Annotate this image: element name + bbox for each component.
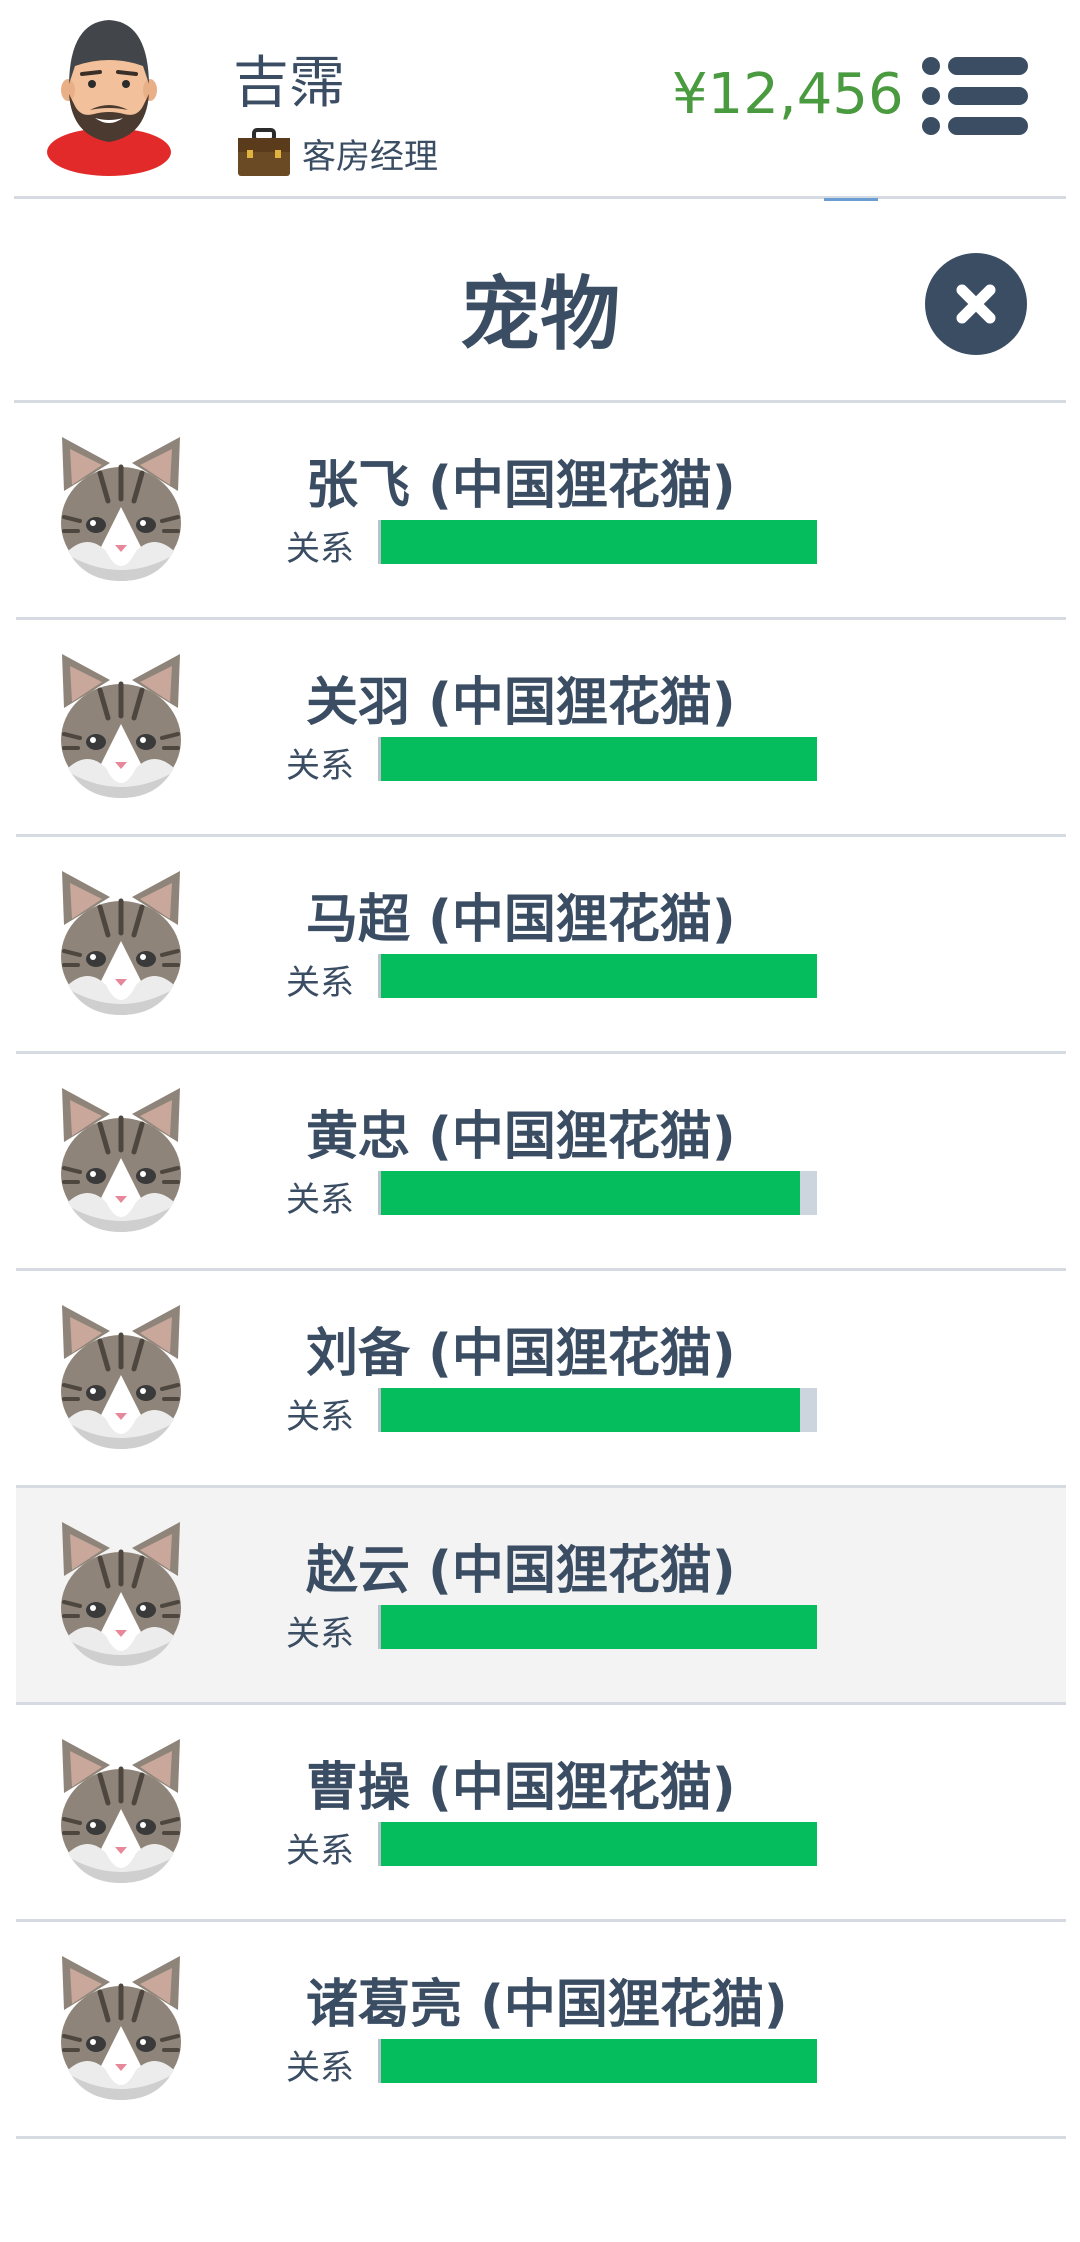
pet-name: 关羽 (中国狸花猫)	[306, 673, 736, 733]
tabby-cat-icon	[61, 437, 181, 581]
relationship-label: 关系	[286, 1180, 354, 1220]
pet-row[interactable]: 赵云 (中国狸花猫) 关系	[16, 1488, 1066, 1705]
relationship-label: 关系	[286, 1831, 354, 1871]
money-balance: ¥12,456	[672, 62, 904, 127]
tabby-cat-icon	[61, 1956, 181, 2100]
pet-row[interactable]: 张飞 (中国狸花猫) 关系	[16, 403, 1066, 620]
briefcase-icon	[238, 128, 290, 176]
relationship-bar-fill	[381, 2039, 817, 2083]
relationship-label: 关系	[286, 529, 354, 569]
relationship-bar-fill	[381, 1388, 800, 1432]
close-button[interactable]	[925, 253, 1027, 355]
pet-row[interactable]: 黄忠 (中国狸花猫) 关系	[16, 1054, 1066, 1271]
pet-row[interactable]: 刘备 (中国狸花猫) 关系	[16, 1271, 1066, 1488]
pet-name: 赵云 (中国狸花猫)	[306, 1541, 736, 1601]
relationship-bar	[378, 1171, 817, 1215]
relationship-label: 关系	[286, 1397, 354, 1437]
relationship-bar	[378, 1822, 817, 1866]
relationship-bar	[378, 1388, 817, 1432]
tabby-cat-icon	[61, 871, 181, 1015]
relationship-bar	[378, 737, 817, 781]
pet-name: 曹操 (中国狸花猫)	[306, 1758, 736, 1818]
list-menu-icon[interactable]	[922, 56, 1028, 136]
player-name: 吉霈	[233, 51, 345, 116]
pet-name: 马超 (中国狸花猫)	[306, 890, 736, 950]
relationship-bar-fill	[381, 1171, 800, 1215]
pet-name: 黄忠 (中国狸花猫)	[306, 1107, 736, 1167]
panel-title: 宠物	[460, 268, 620, 361]
pet-name: 刘备 (中国狸花猫)	[306, 1324, 736, 1384]
pet-name: 诸葛亮 (中国狸花猫)	[306, 1975, 788, 2035]
tabby-cat-icon	[61, 1088, 181, 1232]
pet-list: 张飞 (中国狸花猫) 关系 关羽 (中国狸花猫) 关系 马超 (中国狸花猫) 关系	[16, 403, 1066, 2139]
relationship-bar-fill	[381, 1822, 817, 1866]
tabby-cat-icon	[61, 654, 181, 798]
pet-row[interactable]: 关羽 (中国狸花猫) 关系	[16, 620, 1066, 837]
relationship-bar-fill	[381, 954, 817, 998]
relationship-label: 关系	[286, 1614, 354, 1654]
tabby-cat-icon	[61, 1305, 181, 1449]
pet-row[interactable]: 马超 (中国狸花猫) 关系	[16, 837, 1066, 1054]
pet-row[interactable]: 诸葛亮 (中国狸花猫) 关系	[16, 1922, 1066, 2139]
relationship-label: 关系	[286, 746, 354, 786]
relationship-bar-fill	[381, 1605, 817, 1649]
relationship-bar	[378, 1605, 817, 1649]
relationship-bar	[378, 2039, 817, 2083]
close-icon	[956, 284, 996, 324]
header-divider	[14, 196, 1066, 199]
relationship-label: 关系	[286, 2048, 354, 2088]
tabby-cat-icon	[61, 1522, 181, 1666]
relationship-bar	[378, 954, 817, 998]
active-indicator	[824, 198, 878, 201]
relationship-label: 关系	[286, 963, 354, 1003]
bearded-man-avatar[interactable]	[40, 14, 178, 176]
pet-name: 张飞 (中国狸花猫)	[306, 456, 736, 516]
relationship-bar	[378, 520, 817, 564]
tabby-cat-icon	[61, 1739, 181, 1883]
pet-row[interactable]: 曹操 (中国狸花猫) 关系	[16, 1705, 1066, 1922]
player-header: 吉霈 客房经理 ¥12,456	[0, 0, 1080, 196]
relationship-bar-fill	[381, 737, 817, 781]
job-title: 客房经理	[302, 136, 438, 177]
player-job: 客房经理	[236, 128, 438, 178]
relationship-bar-fill	[381, 520, 817, 564]
